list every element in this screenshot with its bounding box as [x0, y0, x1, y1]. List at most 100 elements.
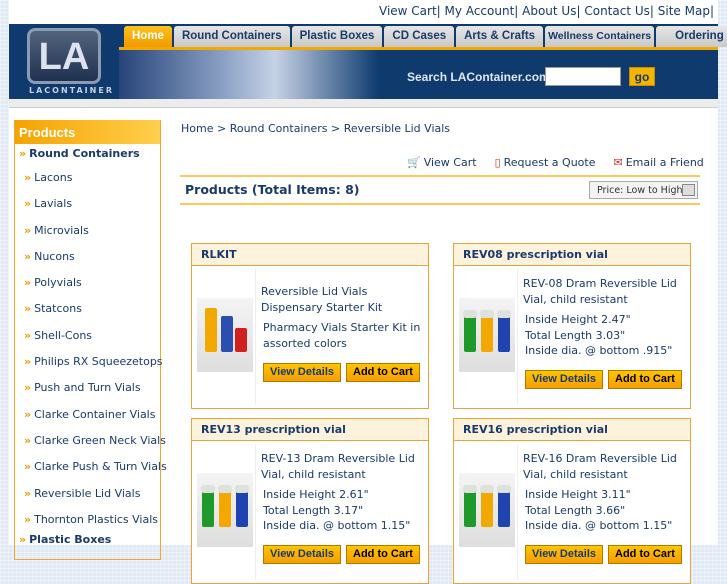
sidebar-category-plastic-boxes[interactable]: Plastic Boxes: [15, 533, 160, 547]
sidebar-title: Products: [15, 120, 160, 144]
vial: [480, 310, 494, 352]
product-spec: Inside Height 2.61": [263, 488, 369, 501]
add-to-cart-button[interactable]: Add to Cart: [608, 545, 682, 564]
action-links: 🛒 View Cart ▯ Request a Quote ✉ Email a Fri…: [407, 156, 704, 169]
vial: [497, 310, 511, 352]
product-spec: Total Length 3.66": [525, 503, 626, 517]
product-code[interactable]: REV16 prescription vial: [454, 419, 690, 441]
product-body: Reversible Lid Vials Dispensary Starter …: [192, 266, 428, 408]
tab-ordering[interactable]: Ordering: [656, 26, 727, 47]
product-name[interactable]: Reversible Lid Vials Dispensary Starter …: [261, 284, 426, 315]
tab-cd-cases[interactable]: CD Cases: [384, 26, 455, 47]
product-card: REV13 prescription vial REV-13 Dram Reve…: [191, 418, 429, 584]
divider: [180, 175, 700, 177]
product-code[interactable]: REV13 prescription vial: [192, 419, 428, 441]
search-input[interactable]: [545, 67, 621, 86]
product-spec: Inside dia. @ bottom 1.15": [263, 519, 411, 532]
view-cart-label: View Cart: [423, 156, 477, 169]
product-body: REV-13 Dram Reversible Lid Vial, child r…: [192, 441, 428, 583]
sidebar-item[interactable]: Clarke Green Neck Vials: [15, 428, 166, 454]
product-spec: Inside Height 3.11": [525, 488, 631, 501]
sidebar-item[interactable]: Shell-Cons: [15, 323, 160, 349]
top-link-view-cart[interactable]: View Cart|: [379, 4, 441, 18]
sidebar-item[interactable]: Polyvials: [15, 270, 160, 296]
vial: [480, 485, 494, 527]
product-card: REV08 prescription vial REV-08 Dram Reve…: [453, 243, 691, 409]
add-to-cart-button[interactable]: Add to Cart: [608, 370, 682, 389]
banner-image: [119, 50, 379, 99]
add-to-cart-button[interactable]: Add to Cart: [346, 545, 420, 564]
sidebar-item[interactable]: Nucons: [15, 244, 160, 270]
envelope-icon: ✉: [613, 156, 623, 169]
sort-select[interactable]: Price: Low to High: [589, 181, 698, 199]
sidebar-item[interactable]: Statcons: [15, 296, 160, 322]
sidebar-item[interactable]: Clarke Push & Turn Vials: [15, 454, 167, 480]
header-banner: LA LACONTAINER Home Round Containers Pla…: [9, 24, 727, 99]
divider: [517, 269, 518, 405]
product-name[interactable]: REV-16 Dram Reversible Lid Vial, child r…: [523, 451, 688, 482]
vial: [463, 310, 477, 352]
tab-arts-crafts[interactable]: Arts & Crafts: [456, 26, 544, 47]
search-go-button[interactable]: go: [629, 67, 655, 86]
product-image[interactable]: [459, 298, 515, 372]
product-name[interactable]: REV-13 Dram Reversible Lid Vial, child r…: [261, 451, 426, 482]
top-link-about-us[interactable]: About Us|: [522, 4, 580, 18]
logo[interactable]: LA: [27, 28, 101, 84]
request-quote-link[interactable]: ▯ Request a Quote: [495, 156, 596, 169]
divider: [119, 47, 718, 50]
request-quote-label: Request a Quote: [503, 156, 596, 169]
product-spec: Inside Height 2.47": [525, 313, 631, 326]
add-to-cart-button[interactable]: Add to Cart: [346, 363, 420, 382]
vial: [218, 485, 232, 527]
top-link-contact-us[interactable]: Contact Us|: [584, 4, 654, 18]
tab-plastic-boxes[interactable]: Plastic Boxes: [291, 26, 383, 47]
breadcrumb[interactable]: Home > Round Containers > Reversible Lid…: [181, 122, 450, 135]
product-code[interactable]: REV08 prescription vial: [454, 244, 690, 266]
sidebar-item[interactable]: Clarke Container Vials: [15, 402, 160, 428]
product-spec: Total Length 3.17": [263, 503, 364, 517]
sort-value: Price: Low to High: [597, 185, 683, 196]
sidebar-item[interactable]: Thornton Plastics Vials: [15, 507, 160, 533]
product-image[interactable]: [197, 473, 253, 547]
sidebar-category-round-containers[interactable]: Round Containers: [15, 144, 160, 164]
sidebar-item[interactable]: Lavials: [15, 191, 160, 217]
divider: [517, 444, 518, 580]
document-icon: ▯: [494, 156, 501, 169]
view-details-button[interactable]: View Details: [263, 363, 341, 382]
view-cart-link[interactable]: 🛒 View Cart: [407, 156, 477, 169]
product-spec: Total Length 3.03": [525, 328, 626, 342]
product-image[interactable]: [197, 298, 253, 372]
vial: [201, 485, 215, 527]
header-strip: [9, 99, 718, 108]
sidebar-item[interactable]: Lacons: [15, 165, 160, 191]
email-friend-link[interactable]: ✉ Email a Friend: [613, 156, 703, 169]
top-links: View Cart| My Account| About Us| Contact…: [379, 4, 714, 18]
logo-text: LACONTAINER: [29, 86, 114, 95]
view-details-button[interactable]: View Details: [525, 545, 603, 564]
tab-round-containers[interactable]: Round Containers: [173, 26, 290, 47]
sidebar: Products Round Containers LaconsLavialsM…: [14, 120, 167, 560]
search-label: Search LAContainer.com: [407, 70, 550, 84]
sidebar-item[interactable]: Microvials: [15, 218, 160, 244]
top-link-my-account[interactable]: My Account|: [445, 4, 519, 18]
cart-icon: 🛒: [407, 156, 421, 169]
divider: [180, 203, 700, 205]
sidebar-item[interactable]: Push and Turn Vials: [15, 375, 160, 401]
vial: [497, 485, 511, 527]
product-image[interactable]: [459, 473, 515, 547]
product-code[interactable]: RLKIT: [192, 244, 428, 266]
tab-wellness-containers[interactable]: Wellness Containers: [545, 26, 655, 47]
view-details-button[interactable]: View Details: [263, 545, 341, 564]
tab-home[interactable]: Home: [124, 26, 172, 47]
view-details-button[interactable]: View Details: [525, 370, 603, 389]
product-spec: Pharmacy Vials Starter Kit in assorted c…: [263, 321, 421, 350]
product-body: REV-16 Dram Reversible Lid Vial, child r…: [454, 441, 690, 583]
product-name[interactable]: REV-08 Dram Reversible Lid Vial, child r…: [523, 276, 688, 307]
email-friend-label: Email a Friend: [625, 156, 704, 169]
product-card: REV16 prescription vial REV-16 Dram Reve…: [453, 418, 691, 584]
top-link-site-map[interactable]: Site Map|: [658, 4, 714, 18]
sidebar-item[interactable]: Reversible Lid Vials: [15, 481, 160, 507]
product-spec: Inside dia. @ bottom .915": [525, 344, 673, 357]
sidebar-item[interactable]: Philips RX Squeezetops: [15, 349, 162, 375]
vial: [221, 316, 233, 352]
